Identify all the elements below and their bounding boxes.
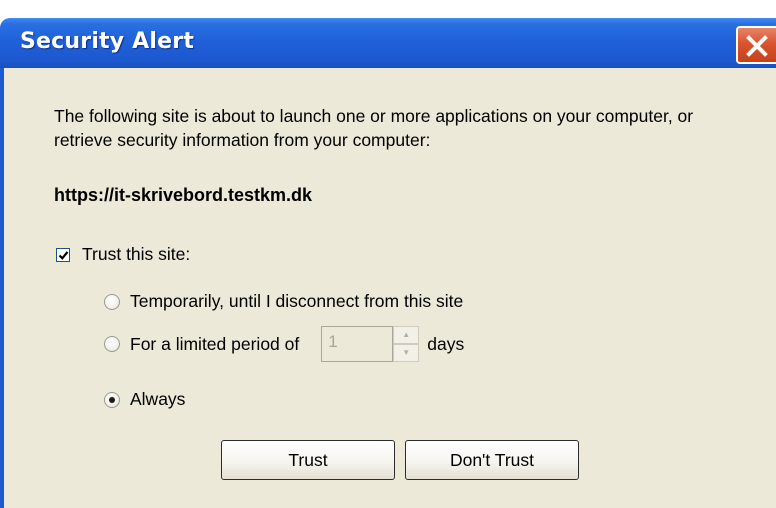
site-url: https://it-skrivebord.testkm.dk <box>54 185 313 205</box>
checkmark-icon <box>58 250 69 260</box>
trust-site-label: Trust this site: <box>82 244 191 264</box>
dialog-body: The following site is about to launch on… <box>0 68 776 508</box>
option-limited-period[interactable]: For a limited period of 1 ▲ ▼ days <box>104 326 464 362</box>
title-bar[interactable]: Security Alert <box>0 18 776 68</box>
days-input[interactable]: 1 <box>321 326 394 362</box>
days-spinbox[interactable]: 1 ▲ ▼ <box>321 326 420 362</box>
dont-trust-button[interactable]: Don't Trust <box>405 440 579 480</box>
option-always-label: Always <box>130 389 186 409</box>
option-temporarily[interactable]: Temporarily, until I disconnect from thi… <box>104 291 463 312</box>
dialog-title: Security Alert <box>20 29 195 54</box>
trust-site-checkbox[interactable] <box>56 247 70 262</box>
spin-down-button[interactable]: ▼ <box>393 344 420 362</box>
spin-up-button[interactable]: ▲ <box>393 326 420 344</box>
trust-button[interactable]: Trust <box>221 440 395 480</box>
days-unit-label: days <box>427 333 465 354</box>
caret-down-icon: ▼ <box>402 348 411 357</box>
radio-always[interactable] <box>104 391 120 408</box>
trust-site-row[interactable]: Trust this site: <box>56 244 190 265</box>
caret-up-icon: ▲ <box>402 330 411 339</box>
radio-temporarily[interactable] <box>104 293 120 310</box>
close-icon <box>746 35 768 57</box>
radio-limited-period[interactable] <box>104 336 120 352</box>
security-alert-dialog: Security Alert The following site is abo… <box>0 0 776 508</box>
option-always[interactable]: Always <box>104 389 185 410</box>
option-temporarily-label: Temporarily, until I disconnect from thi… <box>130 291 464 311</box>
alert-message: The following site is about to launch on… <box>54 106 694 150</box>
spin-buttons: ▲ ▼ <box>393 326 420 362</box>
option-limited-period-label: For a limited period of <box>130 333 300 354</box>
close-button[interactable] <box>736 26 776 64</box>
